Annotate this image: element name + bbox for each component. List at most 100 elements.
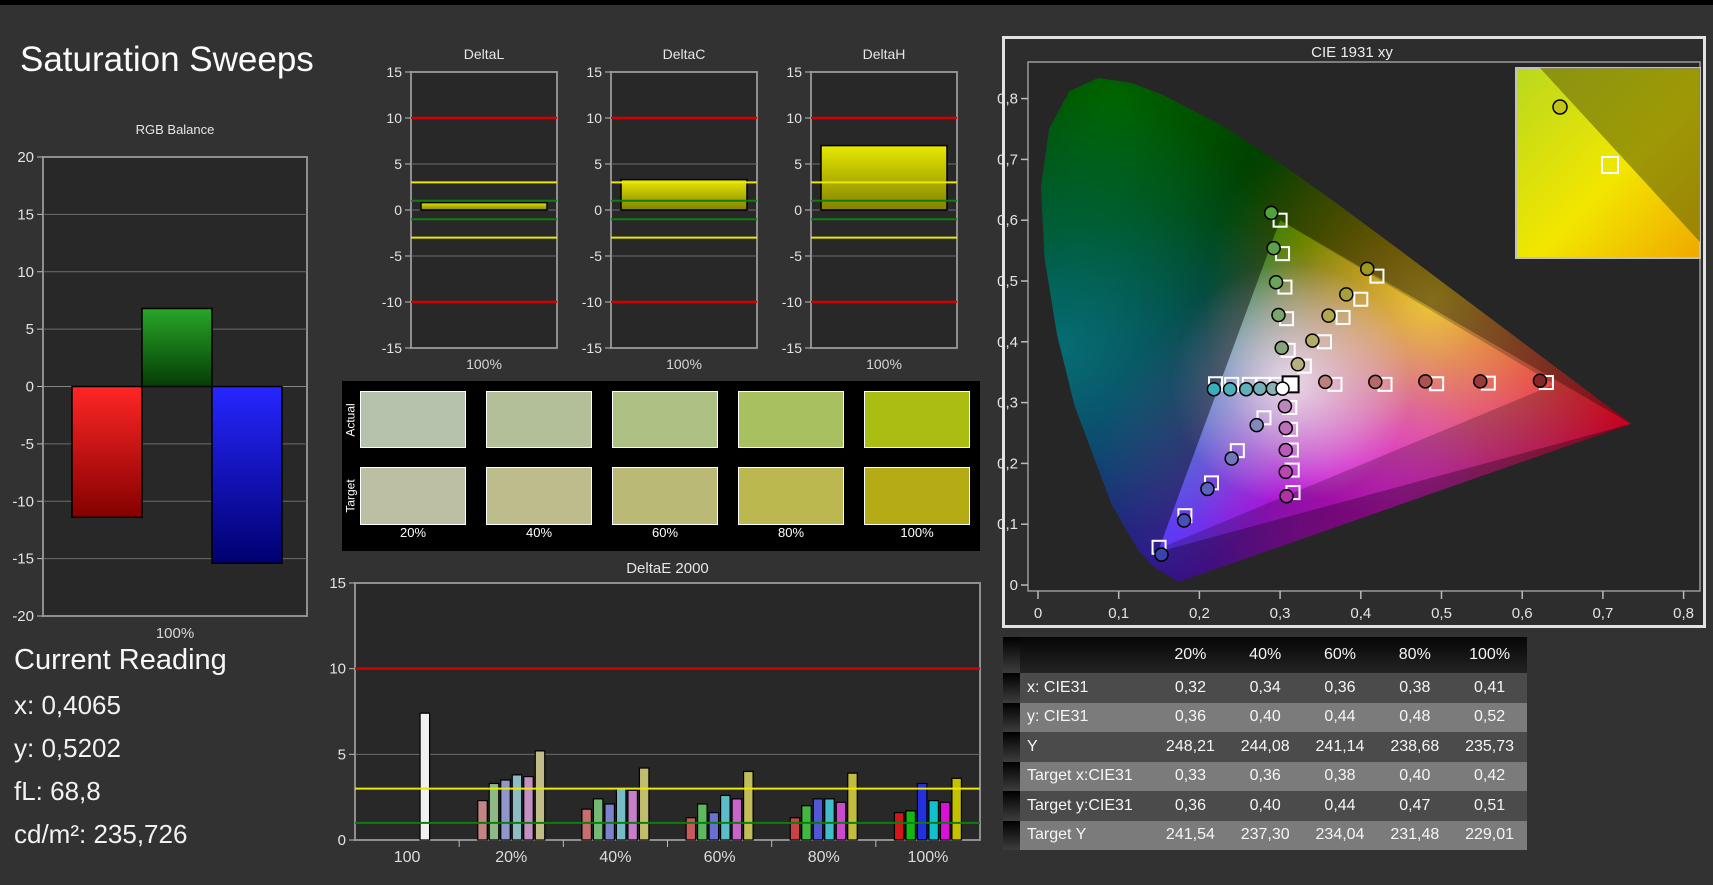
tick-label: -20 (12, 608, 34, 625)
table-header-row: 20% 40% 60% 80% 100% (1003, 637, 1527, 673)
tick-label: 0 (338, 832, 346, 849)
table-value-cell: 248,21 (1165, 737, 1215, 755)
magenta-measured-marker (1277, 398, 1293, 414)
table-value-cell: 244,08 (1240, 737, 1290, 755)
tick-label: 0,4 (1350, 605, 1371, 622)
tick-label: 15 (586, 64, 602, 80)
actual-swatch-80% (738, 391, 844, 448)
tick-label: -10 (12, 493, 34, 510)
actual-swatch-60% (612, 391, 718, 448)
yellow-measured-marker (1339, 287, 1354, 302)
table-value-cell: 0,41 (1474, 678, 1506, 696)
tick-label: 0,7 (1592, 605, 1613, 622)
table-value-cell: 0,40 (1249, 796, 1281, 814)
tick-label: 0 (1010, 577, 1018, 594)
table-gutter-cell (1003, 820, 1020, 850)
swatch-column-label: 80% (777, 525, 805, 540)
table-row-label: x: CIE31 (1027, 678, 1089, 696)
blue-measured-marker (1224, 451, 1239, 466)
swatch-column-label: 20% (399, 525, 427, 540)
deltaC-bar (620, 178, 748, 211)
table-row: Target y:CIE31 0,36 0,40 0,44 0,47 0,51 (1003, 791, 1527, 821)
tick-label: 10 (586, 110, 602, 126)
current-reading-x: x: 0,4065 (14, 690, 121, 720)
table-row: y: CIE31 0,36 0,40 0,44 0,48 0,52 (1003, 702, 1527, 732)
magenta-measured-marker (1278, 420, 1293, 436)
blue-measured-marker (1249, 417, 1264, 433)
delta-e-bar (905, 810, 917, 841)
tick-label: 5 (794, 156, 802, 172)
delta-e-bar (477, 799, 488, 841)
tick-label: 5 (594, 156, 602, 172)
target-swatch-20% (360, 467, 466, 525)
actual-swatch-40% (486, 391, 592, 448)
delta-c-chart: 15 10 5 0 -5 -10 -15 100% (582, 64, 758, 372)
tick-label: 0,8 (1673, 605, 1694, 622)
red-measured-marker (1368, 374, 1383, 390)
cyan-measured-marker (1238, 381, 1254, 397)
tick-label: -5 (21, 436, 34, 453)
tick-label: 15 (329, 575, 346, 592)
table-row-label: Target x:CIE31 (1027, 767, 1133, 785)
inset-measured-marker (1552, 99, 1568, 115)
red-measured-marker (1418, 374, 1433, 389)
tick-label: 0,5 (997, 273, 1018, 290)
current-reading-y: y: 0,5202 (14, 733, 121, 763)
magenta-measured-marker (1278, 442, 1293, 458)
tick-label: 0,2 (997, 455, 1018, 472)
tick-label: 10 (386, 110, 402, 126)
table-value-cell: 0,32 (1174, 678, 1206, 696)
yellow-measured-marker (1290, 357, 1306, 372)
table-value-cell: 0,44 (1324, 796, 1356, 814)
red-measured-marker (1472, 374, 1488, 389)
delta-e-bar (893, 811, 905, 841)
table-row-label: y: CIE31 (1027, 708, 1089, 726)
delta-e-bar (951, 777, 963, 841)
table-row-label: Y (1027, 737, 1038, 755)
tick-label: 15 (17, 206, 34, 223)
tick-label: -10 (782, 294, 802, 310)
tick-label: 0 (794, 202, 802, 218)
delta-h-chart: 15 10 5 0 -5 -10 -15 100% (782, 64, 958, 372)
delta-e-bar (592, 798, 604, 841)
x-axis-label: 100% (466, 356, 502, 372)
group-label: 100% (907, 849, 948, 866)
delta-e-bar (812, 798, 824, 841)
delta-e-bar (916, 782, 928, 841)
table-value-cell: 0,34 (1249, 678, 1281, 696)
swatch-column-label: 60% (651, 525, 679, 540)
table-value-cell: 241,54 (1165, 826, 1215, 844)
tick-label: -15 (782, 340, 802, 356)
tick-label: 0,4 (997, 334, 1018, 351)
table-gutter-cell (1003, 761, 1020, 791)
red-measured-marker (1318, 374, 1333, 390)
tick-label: -15 (582, 340, 602, 356)
delta-e-bar (685, 817, 697, 841)
tick-label: -15 (12, 551, 34, 568)
table-value-cell: 0,33 (1174, 767, 1206, 785)
table-value-cell: 0,51 (1474, 796, 1506, 814)
delta-e-bar (581, 808, 593, 841)
tick-label: -10 (582, 294, 602, 310)
magenta-measured-marker (1279, 488, 1294, 504)
tick-label: 0 (26, 379, 34, 396)
swatch-column-label: 100% (900, 525, 934, 540)
tick-label: 0,7 (997, 151, 1018, 168)
table-value-cell: 241,14 (1315, 737, 1365, 755)
tick-label: 10 (17, 264, 34, 281)
swatch-panel: Actual Target 20% 40% 60% 80% 100% (342, 381, 980, 551)
tick-label: 0,1 (997, 516, 1018, 533)
tick-label: 15 (386, 64, 402, 80)
tick-label: 10 (329, 661, 346, 678)
window-top-strip (0, 0, 1713, 5)
tick-label: 0 (594, 202, 602, 218)
tick-label: -5 (790, 248, 803, 264)
rgb-bar-blue (211, 385, 283, 564)
tick-label: -10 (382, 294, 402, 310)
green-measured-marker (1263, 205, 1279, 221)
results-table: 20% 40% 60% 80% 100% x: CIE31 0,32 0,34 0,36 0,38… (1003, 637, 1527, 850)
x-axis-label: 100% (866, 356, 902, 372)
tick-label: 10 (786, 110, 802, 126)
calibration-app-window: Saturation Sweeps RGB Balance 20 15 10 5 0 -5… (0, 0, 1713, 885)
cie-diagram: 0 0,1 0,2 0,3 0,4 0,5 0,6 0,7 0,8 0 0,1 0,2 0,3 0,4 0,… (997, 61, 1701, 622)
